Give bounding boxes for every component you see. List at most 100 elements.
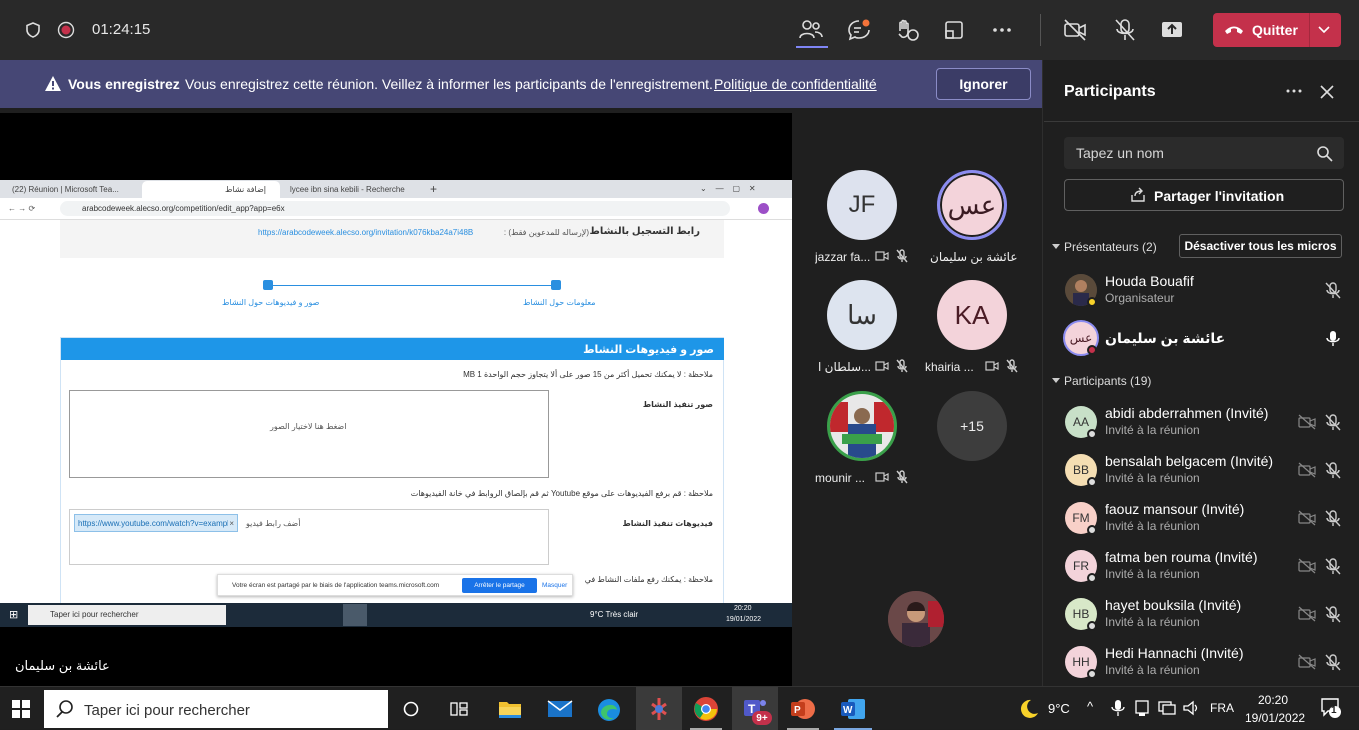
presenter-row[interactable]: عس عائشة بن سليمان (1043, 314, 1359, 362)
video-links-field[interactable]: https://www.youtube.com/watch?v=example … (69, 509, 549, 565)
participant-row[interactable]: FM faouz mansour (Invité) Invité à la réun… (1043, 494, 1359, 542)
collapse-participants-icon[interactable] (1051, 376, 1061, 386)
step-1-label[interactable]: معلومات حول النشاط (523, 298, 596, 307)
taskbar-weather[interactable]: 9°C (1048, 701, 1070, 716)
participant-tile-avatar[interactable]: سا (827, 280, 897, 350)
browser-tab-active[interactable]: إضافة نشاط (142, 181, 280, 198)
self-photo (888, 591, 944, 647)
mute-all-button[interactable]: Désactiver tous les micros (1179, 234, 1342, 258)
clock-date[interactable]: 19/01/2022 (1245, 711, 1305, 725)
participant-photo-avatar[interactable] (827, 391, 897, 461)
registration-link[interactable]: https://arabcodeweek.alecso.org/invitati… (258, 228, 473, 237)
presenter-row[interactable]: Houda Bouafif Organisateur (1043, 266, 1359, 314)
participant-search-input[interactable]: Tapez un nom (1064, 137, 1344, 169)
participant-tile-avatar[interactable]: KA (937, 280, 1007, 350)
camera-off-icon[interactable] (1062, 17, 1088, 43)
mic-off-icon[interactable] (1324, 653, 1342, 671)
video-off-icon (875, 472, 889, 482)
hide-share-bar-link[interactable]: Masquer (542, 582, 567, 589)
share-tray-icon[interactable] (942, 18, 966, 42)
privacy-policy-link[interactable]: Politique de confidentialité (714, 76, 877, 92)
people-icon[interactable] (798, 18, 824, 42)
shield-icon[interactable] (24, 21, 42, 39)
language-indicator[interactable]: FRA (1210, 701, 1234, 715)
mic-off-icon[interactable] (1324, 509, 1342, 527)
chevron-down-icon[interactable] (1317, 24, 1331, 36)
nav-arrows-icon[interactable]: ← → ⟳ (8, 204, 35, 213)
participant-tile-avatar[interactable]: JF (827, 170, 897, 240)
tray-mic-icon[interactable] (1111, 699, 1125, 717)
participant-row[interactable]: HB hayet bouksila (Invité) Invité à la réu… (1043, 590, 1359, 638)
meeting-timer: 01:24:15 (92, 21, 151, 38)
tray-chevron-icon[interactable]: ^ (1087, 699, 1093, 714)
inner-weather: 9°C Très clair (590, 610, 639, 619)
browser-tabstrip: (22) Réunion | Microsoft Tea... إضافة نش… (0, 180, 792, 198)
videos-label: فيديوهات تنفيذ النشاط (622, 519, 713, 528)
mic-off-icon[interactable] (1324, 461, 1342, 479)
windows-start-icon[interactable] (12, 700, 30, 718)
ignore-button[interactable]: Ignorer (936, 68, 1031, 100)
step-2-label[interactable]: صور و فيديوهات حول النشاط (222, 298, 319, 307)
new-tab-icon[interactable]: + (430, 182, 437, 196)
participant-row[interactable]: AA abidi abderrahmen (Invité) Invité à la … (1043, 398, 1359, 446)
clock-time[interactable]: 20:20 (1258, 693, 1288, 707)
window-controls[interactable]: ⌄ — ▢ ✕ (700, 184, 756, 193)
close-icon[interactable] (1319, 84, 1335, 100)
participant-tile-name: عائشة بن سليمان (930, 250, 1018, 264)
teams-taskbar-button[interactable]: T 9+ (732, 687, 778, 730)
word-icon[interactable]: W (840, 697, 866, 721)
chat-icon[interactable] (846, 18, 872, 42)
weather-moon-icon[interactable] (1018, 698, 1040, 720)
video-link-chip[interactable]: https://www.youtube.com/watch?v=example … (74, 514, 238, 532)
share-screen-icon[interactable] (1159, 17, 1185, 43)
panel-more-icon[interactable] (1285, 84, 1303, 98)
chip-close-icon[interactable]: × (229, 519, 234, 528)
image-dropzone[interactable]: اضغط هنا لاختيار الصور (69, 390, 549, 478)
taskbar-app-active[interactable] (636, 687, 682, 730)
cortana-icon[interactable] (403, 701, 419, 717)
mic-on-icon[interactable] (1324, 329, 1342, 347)
participant-row[interactable]: BB bensalah belgacem (Invité) Invité à la … (1043, 446, 1359, 494)
volume-icon[interactable] (1182, 699, 1200, 717)
browser-tab[interactable]: lycee ibn sina kebili - Recherche... (290, 185, 405, 194)
participants-header[interactable]: Participants (19) (1064, 374, 1151, 388)
shared-screen: (22) Réunion | Microsoft Tea... إضافة نش… (0, 113, 792, 686)
mic-off-icon[interactable] (1112, 17, 1138, 43)
mic-off-icon (1006, 359, 1018, 373)
address-bar[interactable]: arabcodeweek.alecso.org/competition/edit… (60, 201, 730, 216)
self-video-avatar[interactable] (888, 591, 944, 647)
video-off-icon (1298, 654, 1316, 670)
participant-row[interactable]: HH Hedi Hannachi (Invité) Invité à la réun… (1043, 638, 1359, 686)
step-1-marker[interactable] (551, 280, 561, 290)
mail-icon[interactable] (547, 699, 573, 719)
taskbar-search-input[interactable]: Taper ici pour rechercher (44, 690, 388, 728)
profile-avatar[interactable] (758, 203, 769, 214)
step-2-marker[interactable] (263, 280, 273, 290)
presenters-header[interactable]: Présentateurs (2) (1064, 240, 1157, 254)
mic-off-icon[interactable] (1324, 557, 1342, 575)
mic-off-icon[interactable] (1324, 605, 1342, 623)
file-explorer-icon[interactable] (498, 698, 522, 720)
browser-tab[interactable]: (22) Réunion | Microsoft Tea... (12, 185, 137, 194)
inner-taskbar: ⊞ Taper ici pour rechercher 9°C Très cla… (0, 603, 792, 627)
leave-button[interactable]: Quitter (1213, 13, 1341, 47)
task-view-icon[interactable] (450, 700, 468, 718)
participant-row[interactable]: FR fatma ben rouma (Invité) Invité à la ré… (1043, 542, 1359, 590)
share-invite-button[interactable]: Partager l'invitation (1064, 179, 1344, 211)
participant-role: Invité à la réunion (1105, 471, 1200, 485)
mic-off-icon[interactable] (1324, 413, 1342, 431)
more-participants-tile[interactable]: +15 (937, 391, 1007, 461)
mic-off-icon[interactable] (1324, 281, 1342, 299)
participant-tile-avatar-speaking[interactable]: عس (937, 170, 1007, 240)
participant-role: Invité à la réunion (1105, 519, 1200, 533)
stop-sharing-button[interactable]: Arrêter le partage (462, 578, 537, 593)
participant-name: bensalah belgacem (Invité) (1105, 453, 1274, 469)
tray-device-icon[interactable] (1134, 699, 1150, 717)
collapse-presenters-icon[interactable] (1051, 242, 1061, 252)
powerpoint-icon[interactable]: P (790, 697, 816, 721)
chrome-icon[interactable] (693, 696, 719, 722)
reactions-icon[interactable] (894, 17, 920, 43)
network-icon[interactable] (1158, 699, 1176, 717)
more-options-icon[interactable] (990, 18, 1014, 42)
edge-icon[interactable] (596, 697, 622, 723)
